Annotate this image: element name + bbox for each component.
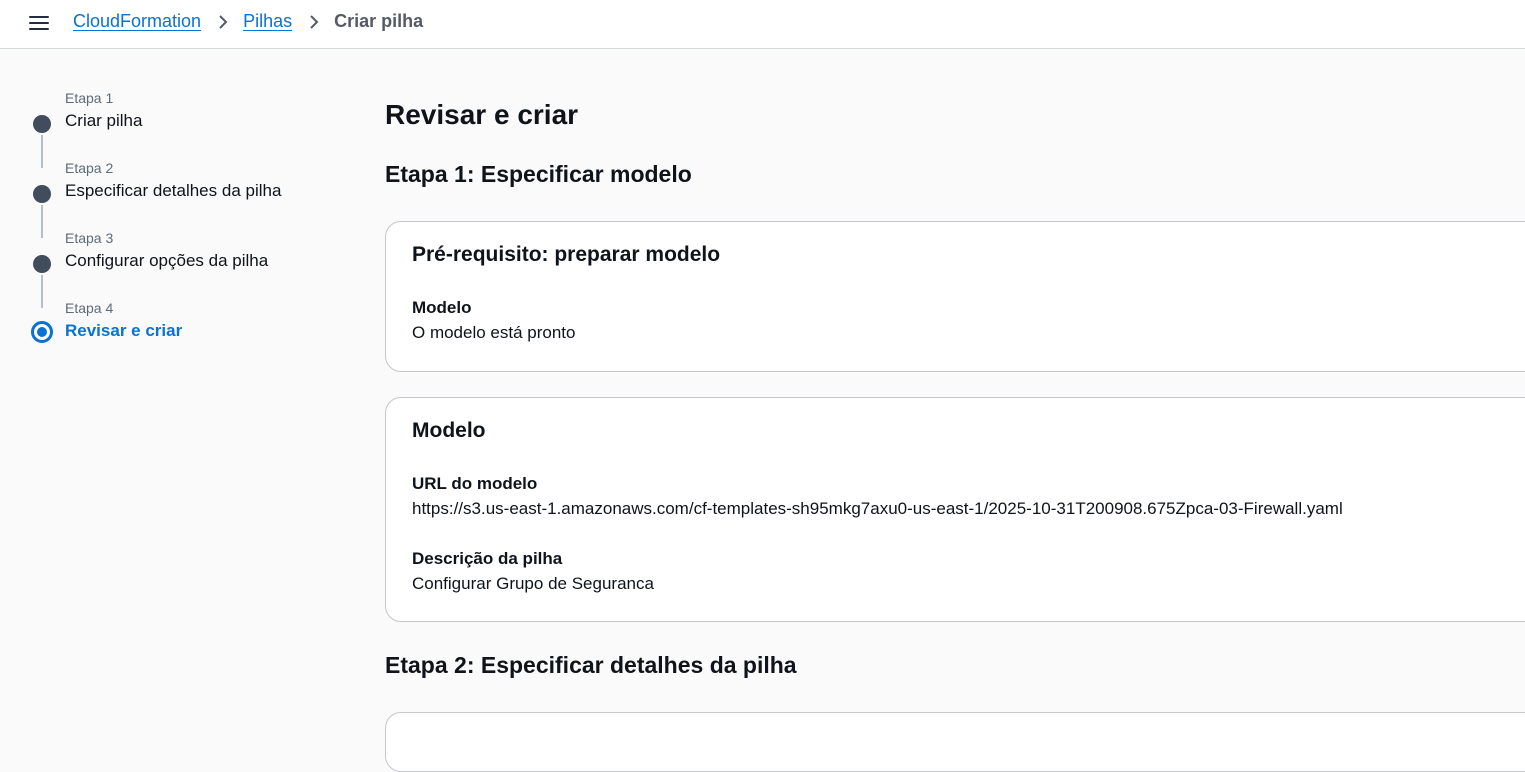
model-card: Modelo URL do modelo https://s3.us-east-… bbox=[385, 397, 1525, 622]
step-dot-icon bbox=[33, 185, 51, 203]
next-card bbox=[385, 712, 1525, 772]
field-key-modelo: Modelo bbox=[412, 298, 472, 317]
step-title: Configurar opções da pilha bbox=[65, 251, 269, 270]
step-title: Revisar e criar bbox=[65, 321, 183, 340]
step-title: Criar pilha bbox=[65, 111, 143, 130]
chevron-right-icon bbox=[307, 12, 321, 32]
section-title-step1: Etapa 1: Especificar modelo bbox=[385, 161, 692, 187]
step-dot-icon bbox=[33, 255, 51, 273]
wizard-steps: Etapa 1 Criar pilha Etapa 2 Especificar … bbox=[30, 88, 350, 368]
prereq-card: Pré-requisito: preparar modelo Modelo O … bbox=[385, 221, 1525, 372]
field-value-descricao: Configurar Grupo de Seguranca bbox=[412, 574, 654, 593]
wizard-step-4-current: Etapa 4 Revisar e criar bbox=[30, 298, 350, 368]
step-label: Etapa 4 bbox=[65, 300, 114, 316]
top-navigation: CloudFormation Pilhas Criar pilha bbox=[0, 0, 1525, 49]
menu-icon[interactable] bbox=[29, 14, 49, 32]
field-value-url: https://s3.us-east-1.amazonaws.com/cf-te… bbox=[412, 499, 1343, 518]
breadcrumb-pilhas[interactable]: Pilhas bbox=[243, 11, 292, 32]
card-title: Modelo bbox=[412, 419, 486, 442]
step-title: Especificar detalhes da pilha bbox=[65, 181, 282, 200]
step-dot-icon bbox=[33, 115, 51, 133]
step-current-dot-icon bbox=[31, 321, 53, 343]
field-value-modelo: O modelo está pronto bbox=[412, 323, 576, 342]
wizard-step-3[interactable]: Etapa 3 Configurar opções da pilha bbox=[30, 228, 350, 308]
field-key-url: URL do modelo bbox=[412, 474, 538, 493]
chevron-right-icon bbox=[216, 12, 230, 32]
breadcrumb: CloudFormation Pilhas Criar pilha bbox=[73, 11, 423, 32]
card-title: Pré-requisito: preparar modelo bbox=[412, 243, 721, 266]
wizard-step-1[interactable]: Etapa 1 Criar pilha bbox=[30, 88, 350, 168]
field-key-descricao: Descrição da pilha bbox=[412, 549, 563, 568]
step-label: Etapa 2 bbox=[65, 160, 114, 176]
step-label: Etapa 1 bbox=[65, 90, 114, 106]
breadcrumb-cloudformation[interactable]: CloudFormation bbox=[73, 11, 201, 32]
section-title-step2: Etapa 2: Especificar detalhes da pilha bbox=[385, 652, 797, 678]
wizard-step-2[interactable]: Etapa 2 Especificar detalhes da pilha bbox=[30, 158, 350, 238]
breadcrumb-current: Criar pilha bbox=[334, 11, 424, 31]
page-title: Revisar e criar bbox=[385, 99, 579, 130]
step-label: Etapa 3 bbox=[65, 230, 114, 246]
